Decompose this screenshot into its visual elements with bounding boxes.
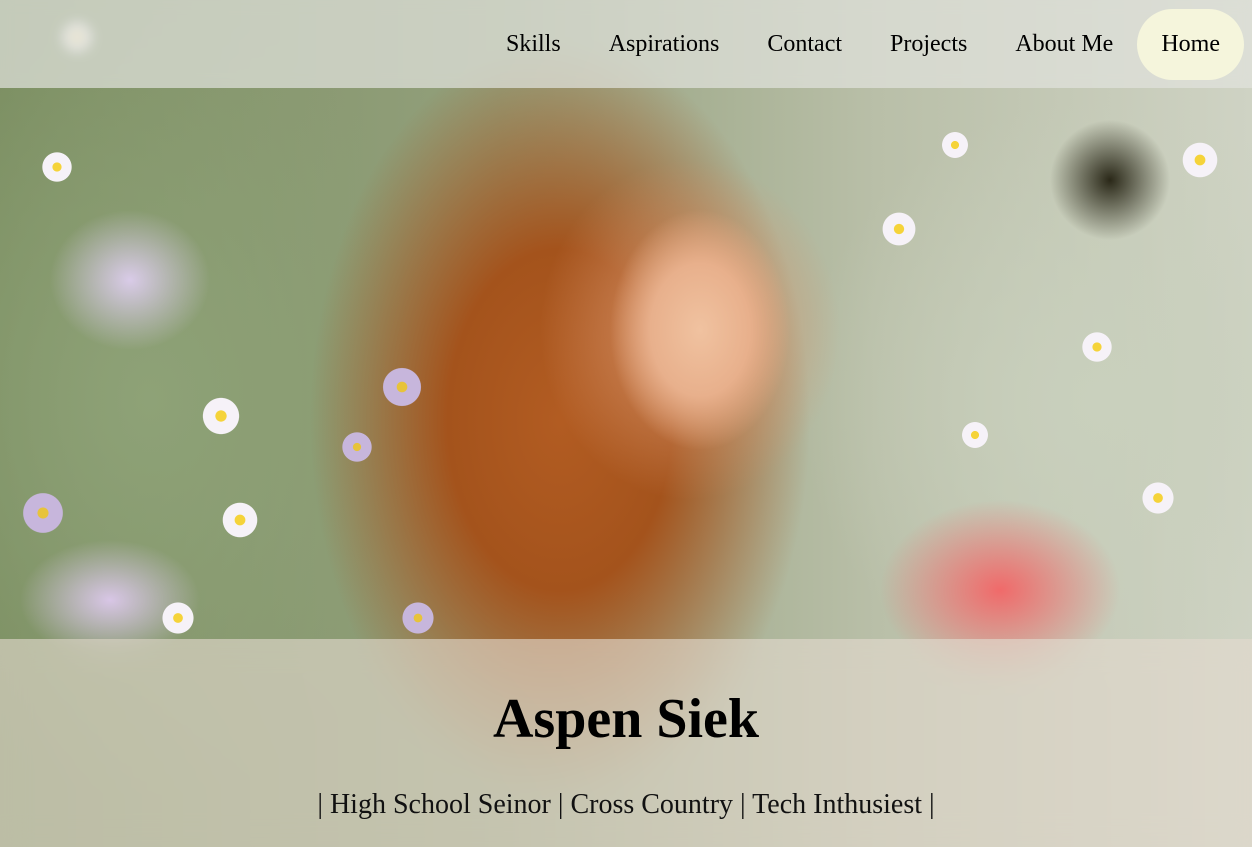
flower-decoration xyxy=(380,365,424,409)
nav-item-about-me[interactable]: About Me xyxy=(991,9,1137,80)
flower-decoration xyxy=(960,420,990,450)
nav-item-skills[interactable]: Skills xyxy=(482,9,585,80)
page-title: Aspen Siek xyxy=(492,688,760,750)
flower-decoration xyxy=(1180,140,1220,180)
flower-decoration xyxy=(200,395,242,437)
intro-section: Aspen Siek | High School Seinor | Cross … xyxy=(0,639,1252,847)
flower-decoration xyxy=(340,430,374,464)
flower-decoration xyxy=(220,500,260,540)
flower-decoration xyxy=(940,130,970,160)
flower-decoration xyxy=(400,600,436,636)
nav-item-projects[interactable]: Projects xyxy=(866,9,991,80)
flower-decoration xyxy=(40,150,74,184)
nav-item-contact[interactable]: Contact xyxy=(743,9,866,80)
flower-decoration xyxy=(160,600,196,636)
top-navigation: Skills Aspirations Contact Projects Abou… xyxy=(0,0,1252,88)
flower-decoration xyxy=(880,210,918,248)
nav-item-aspirations[interactable]: Aspirations xyxy=(585,9,744,80)
portfolio-page: Skills Aspirations Contact Projects Abou… xyxy=(0,0,1252,847)
flower-decoration xyxy=(20,490,66,536)
nav-item-home[interactable]: Home xyxy=(1137,9,1244,80)
flower-decoration xyxy=(1140,480,1176,516)
nav-list: Skills Aspirations Contact Projects Abou… xyxy=(482,9,1244,80)
flower-decoration xyxy=(1080,330,1114,364)
tagline: | High School Seinor | Cross Country | T… xyxy=(317,789,935,820)
